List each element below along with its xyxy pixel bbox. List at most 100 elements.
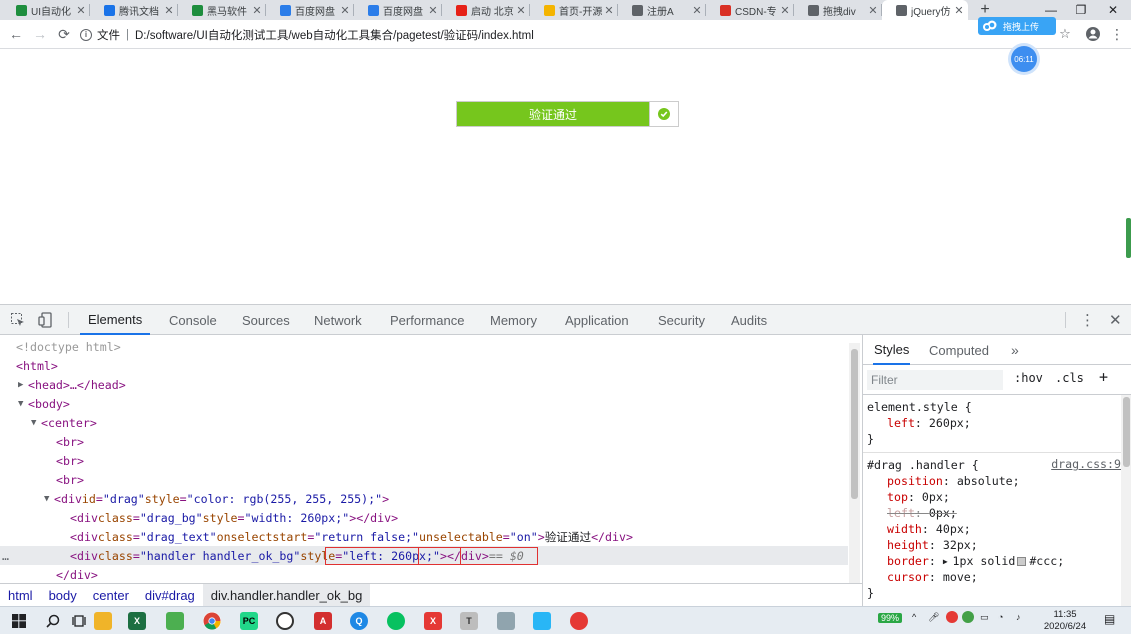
cloud-disk-icon[interactable] [533,612,551,630]
tab-console[interactable]: Console [169,305,217,335]
notepad-icon[interactable] [166,612,184,630]
tab-close-icon[interactable]: ✕ [516,4,526,17]
inspect-element-icon[interactable] [10,312,26,328]
windows-start-icon[interactable] [10,612,28,630]
upload-widget[interactable]: 拖拽上传 [978,17,1056,35]
dom-br-3[interactable]: <br> [0,470,848,489]
tab-close-icon[interactable]: ✕ [604,4,614,17]
tab-elements[interactable]: Elements [80,305,151,335]
style-prop-border[interactable]: border: ▶ 1px solid #ccc; [867,553,1121,569]
expand-triangle-icon[interactable]: ▶ [943,557,953,566]
info-icon[interactable]: i [80,28,92,41]
back-icon[interactable]: ← [8,26,24,42]
address-bar[interactable]: i 文件 | D:/software/UI自动化测试工具/web自动化工具集合/… [80,24,1000,45]
pycharm-icon[interactable]: PC [240,612,258,630]
tray-app-red-icon[interactable] [946,611,958,623]
excel-icon[interactable]: X [128,612,146,630]
dom-html[interactable]: <html> [0,356,848,375]
volume-icon[interactable]: ♪ [1016,612,1021,622]
browser-q-icon[interactable]: Q [350,612,368,630]
dom-br-2[interactable]: <br> [0,451,848,470]
tab-styles[interactable]: Styles [873,335,911,365]
dom-div-drag-text[interactable]: <div class = "drag_text" onselectstart = "re… [0,527,848,546]
restore-button[interactable]: ❐ [1066,0,1096,20]
styles-filter-input[interactable]: Filter [867,370,1003,390]
new-rule-button[interactable]: + [1099,368,1108,386]
dom-div-drag-close[interactable]: </div> [0,565,848,583]
more-dots-icon[interactable]: … [2,549,9,563]
recording-timer[interactable]: 06:11 [1011,46,1037,72]
forward-icon[interactable]: → [32,26,48,42]
task-view-icon[interactable] [70,612,88,630]
crumb-html[interactable]: html [0,584,41,608]
elements-scroll-thumb[interactable] [851,349,858,499]
style-prop-left[interactable]: left: 0px; [867,505,1121,521]
style-prop-width[interactable]: width: 40px; [867,521,1121,537]
collapsed-triangle-icon[interactable]: ▶ [18,380,28,390]
more-tabs-icon[interactable]: » [1011,335,1019,365]
dom-doctype[interactable]: <!doctype html> [0,337,848,356]
chrome-icon[interactable] [203,612,221,630]
slider-handle[interactable] [649,102,678,126]
color-swatch-icon[interactable] [1017,556,1027,566]
expanded-triangle-icon[interactable]: ▼ [31,418,41,428]
tab-2[interactable]: 黑马软件 ✕ [178,0,266,20]
dom-center[interactable]: ▼ <center> [0,413,848,432]
notification-icon[interactable]: ▤ [1104,612,1115,626]
tab-computed[interactable]: Computed [929,335,989,365]
tab-sources[interactable]: Sources [242,305,290,335]
class-toggle-button[interactable]: .cls [1055,371,1084,385]
style-prop-cursor[interactable]: cursor: move; [867,569,1121,585]
device-toolbar-icon[interactable] [38,312,54,328]
style-prop-left[interactable]: left: 260px; [867,415,1121,431]
expanded-triangle-icon[interactable]: ▼ [44,494,54,504]
tab-network[interactable]: Network [314,305,362,335]
reload-icon[interactable]: ⟳ [56,26,72,42]
tab-9[interactable]: 拖拽div ✕ [794,0,882,20]
tab-memory[interactable]: Memory [490,305,537,335]
dom-body[interactable]: ▼ <body> [0,394,848,413]
style-prop-top[interactable]: top: 0px; [867,489,1121,505]
page-scroll-indicator[interactable] [1126,218,1131,258]
crumb-div-drag[interactable]: div#drag [137,584,203,608]
tab-close-icon[interactable]: ✕ [428,4,438,17]
pencil-app-icon[interactable] [497,612,515,630]
tab-close-icon[interactable]: ✕ [780,4,790,17]
search-icon[interactable] [44,612,62,630]
tab-1[interactable]: 腾讯文档 ✕ [90,0,178,20]
tab-close-icon[interactable]: ✕ [164,4,174,17]
profile-icon[interactable] [1085,26,1101,42]
tab-security[interactable]: Security [658,305,705,335]
screen-recorder-icon[interactable] [276,612,294,630]
tab-close-icon[interactable]: ✕ [76,4,86,17]
crumb-center[interactable]: center [85,584,137,608]
network-icon[interactable]: ▭ [980,612,989,623]
tab-0[interactable]: UI自动化 ✕ [2,0,90,20]
tab-5[interactable]: 启动 北京 ✕ [442,0,530,20]
style-prop-height[interactable]: height: 32px; [867,537,1121,553]
netease-music-icon[interactable] [570,612,588,630]
microphone-icon[interactable]: 🎤︎ [928,612,939,623]
tab-audits[interactable]: Audits [731,305,767,335]
tab-10[interactable]: jQuery仿 ✕ [882,0,968,20]
file-explorer-icon[interactable] [94,612,112,630]
tab-close-icon[interactable]: ✕ [692,4,702,17]
taskbar-clock[interactable]: 11:35 2020/6/24 [1040,609,1090,633]
devtools-menu-icon[interactable]: ⋮ [1080,305,1095,335]
dom-br-1[interactable]: <br> [0,432,848,451]
tab-performance[interactable]: Performance [390,305,464,335]
dom-head[interactable]: ▶ <head>…</head> [0,375,848,394]
tab-application[interactable]: Application [565,305,629,335]
tab-close-icon[interactable]: ✕ [340,4,350,17]
wechat-icon[interactable] [387,612,405,630]
hover-state-button[interactable]: :hov [1014,371,1043,385]
style-prop-position[interactable]: position: absolute; [867,473,1121,489]
tab-8[interactable]: CSDN-专 ✕ [706,0,794,20]
crumb-div-handler[interactable]: div.handler.handler_ok_bg [202,583,371,608]
bookmark-star-icon[interactable]: ☆ [1057,26,1073,42]
wifi-icon[interactable]: ◔ [998,612,1003,622]
expanded-triangle-icon[interactable]: ▼ [18,399,28,409]
tab-close-icon[interactable]: ✕ [252,4,262,17]
dom-div-drag-bg[interactable]: <div class = "drag_bg" style = "width: 260px… [0,508,848,527]
pdf-icon[interactable]: A [314,612,332,630]
